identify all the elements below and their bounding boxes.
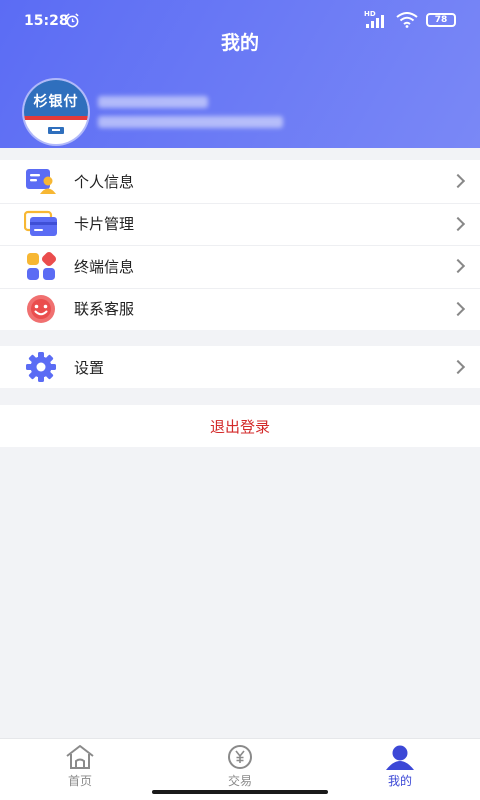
menu-item-terminal-info[interactable]: 终端信息 — [0, 245, 480, 288]
page-title: 我的 — [220, 32, 259, 54]
tab-home[interactable]: 首页 — [0, 739, 160, 791]
menu-item-label: 联系客服 — [74, 300, 135, 319]
blurred-merchant-id — [98, 116, 283, 128]
avatar-tag-icon — [48, 127, 64, 134]
settings-card: 设置 — [0, 346, 480, 388]
terminal-apps-icon — [27, 252, 57, 281]
status-time: 15:28 — [24, 13, 69, 29]
menu-item-label: 卡片管理 — [74, 215, 135, 234]
profile-header: 15:28 HD 78 我的 杉银付 — [0, 0, 480, 148]
tab-label: 首页 — [67, 774, 92, 788]
menu-item-label: 个人信息 — [74, 172, 135, 191]
menu-list: 个人信息 卡片管理 终端信息 联系客服 — [0, 160, 480, 330]
tab-trade[interactable]: 交易 — [160, 739, 320, 791]
menu-item-contact-support[interactable]: 联系客服 — [0, 287, 480, 331]
smile-service-icon — [27, 294, 55, 323]
home-icon — [66, 745, 94, 769]
menu-item-label: 设置 — [74, 358, 105, 377]
chevron-right-icon — [450, 259, 466, 274]
wifi-icon — [396, 12, 418, 28]
tab-label: 交易 — [227, 774, 252, 788]
id-card-icon — [26, 169, 56, 195]
home-indicator — [152, 790, 328, 794]
avatar-stripe — [24, 116, 88, 120]
tab-mine[interactable]: 我的 — [320, 739, 480, 791]
menu-item-label: 终端信息 — [74, 257, 135, 276]
menu-item-personal-info[interactable]: 个人信息 — [0, 160, 480, 203]
menu-item-card-management[interactable]: 卡片管理 — [0, 202, 480, 246]
alarm-icon — [66, 13, 79, 28]
profile-summary[interactable]: 杉银付 — [24, 80, 283, 144]
gear-icon — [26, 352, 56, 383]
chevron-right-icon — [450, 360, 466, 375]
logout-card: 退出登录 — [0, 405, 480, 447]
blurred-merchant-name — [98, 96, 208, 108]
cell-signal-icon: HD — [364, 10, 388, 28]
card-icon — [24, 210, 57, 236]
tab-label: 我的 — [387, 774, 412, 788]
avatar[interactable]: 杉银付 — [24, 80, 88, 144]
menu-item-settings[interactable]: 设置 — [0, 346, 480, 389]
avatar-logo-text: 杉银付 — [33, 94, 79, 110]
chevron-right-icon — [450, 301, 466, 316]
profile-info — [98, 88, 283, 136]
battery-icon: 78 — [426, 13, 456, 27]
chevron-right-icon — [450, 216, 466, 231]
logout-button[interactable]: 退出登录 — [0, 405, 480, 447]
user-icon — [386, 745, 414, 770]
yen-coin-icon — [228, 745, 252, 769]
chevron-right-icon — [450, 174, 466, 189]
